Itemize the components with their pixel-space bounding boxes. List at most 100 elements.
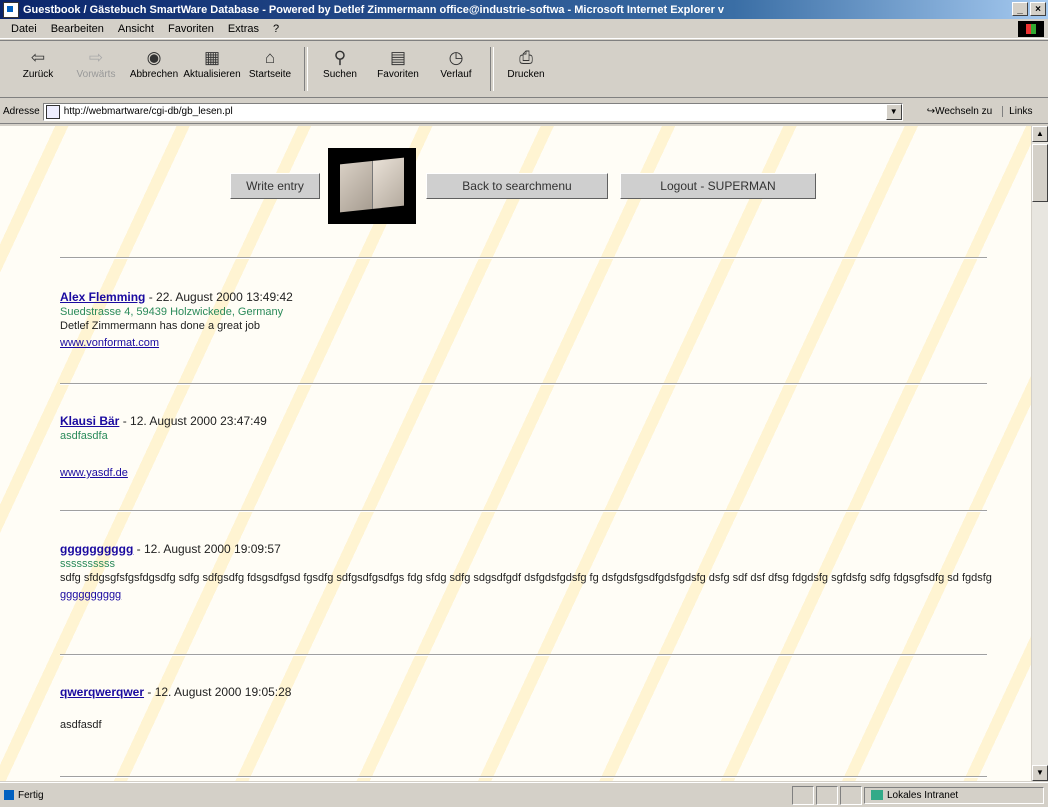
entry-address: asdfasdfa [60,430,108,442]
search-label: Suchen [323,69,357,80]
stop-button[interactable]: ◉ Abbrechen [130,47,178,80]
toolbar: ⇦ Zurück ⇨ Vorwärts ◉ Abbrechen ▦ Aktual… [0,40,1048,98]
guestbook-entry: Klausi Bär - 12. August 2000 23:47:49 as… [60,413,1000,481]
guestbook-entry: gggggggggg - 12. August 2000 19:09:57 ss… [60,541,1000,603]
links-button[interactable]: Links [1002,106,1033,117]
scroll-down-button[interactable]: ▼ [1032,765,1048,781]
address-bar: Adresse http://webmartware/cgi-db/gb_les… [0,100,1048,124]
entry-author-link[interactable]: qwerqwerqwer [60,685,144,699]
home-label: Startseite [248,69,292,80]
entry-date: - 22. August 2000 13:49:42 [145,290,293,304]
back-label: Zurück [22,69,54,80]
address-url: http://webmartware/cgi-db/gb_lesen.pl [63,106,233,117]
scroll-up-button[interactable]: ▲ [1032,126,1048,142]
forward-button[interactable]: ⇨ Vorwärts [72,47,120,80]
guestbook-entry: Alex Flemming - 22. August 2000 13:49:42… [60,289,1000,351]
entry-address: Suedstrasse 4, 59439 Holzwickede, German… [60,306,284,318]
go-label: Wechseln zu [935,106,993,117]
menu-help[interactable]: ? [273,23,279,35]
window-controls: _ × [1012,2,1046,16]
stop-icon: ◉ [146,48,162,67]
windows-logo-icon [1018,21,1044,37]
home-icon: ⌂ [264,48,276,67]
logout-button[interactable]: Logout - SUPERMAN [620,173,816,199]
entry-message: asdfasdf [60,719,102,731]
print-button[interactable]: ⎙ Drucken [502,47,550,80]
guestbook-nav: Write entry Back to searchmenu Logout - … [230,148,816,224]
address-label: Adresse [3,106,40,117]
entry-message: sdfg sfdgsgfsfgsfdgsdfg sdfg sdfgsdfg fd… [60,572,992,584]
entry-website-link[interactable]: www.vonformat.com [60,337,159,349]
history-button[interactable]: ◷ Verlauf [432,47,480,80]
entry-website-link[interactable]: gggggggggg [60,589,121,601]
favorites-label: Favoriten [377,69,419,80]
entry-address [60,700,1000,712]
menu-favoriten[interactable]: Favoriten [168,23,214,35]
menu-extras[interactable]: Extras [228,23,259,35]
printer-icon: ⎙ [519,48,533,67]
window-title: Guestbook / Gästebuch SmartWare Database… [23,3,725,16]
status-text-area: Fertig [0,790,792,801]
entry-date: - 12. August 2000 19:05:28 [144,685,292,699]
forward-arrow-icon: ⇨ [88,48,104,67]
title-bar: Guestbook / Gästebuch SmartWare Database… [0,0,1048,19]
address-dropdown-button[interactable]: ▼ [885,103,902,120]
divider [60,654,987,656]
open-book-icon [340,157,404,215]
go-button[interactable]: ↪Wechseln zu [927,106,992,117]
status-text: Fertig [18,789,44,801]
guestbook-entry: qwerqwerqwer - 12. August 2000 19:05:28 … [60,684,1000,733]
divider [60,776,987,778]
entry-date: - 12. August 2000 23:47:49 [119,414,267,428]
status-cell [792,785,814,805]
search-icon: ⚲ [333,48,347,67]
favorites-folder-icon: ▤ [389,48,407,67]
history-icon: ◷ [448,48,464,67]
vertical-scrollbar[interactable]: ▲ ▼ [1031,126,1048,781]
minimize-button[interactable]: _ [1012,2,1028,16]
entry-address: ssssssssss [60,558,115,570]
entry-author-link[interactable]: Alex Flemming [60,290,145,304]
divider [60,257,987,259]
close-button[interactable]: × [1030,2,1046,16]
scroll-thumb[interactable] [1032,144,1048,202]
refresh-button[interactable]: ▦ Aktualisieren [183,47,240,80]
entry-website-link[interactable]: www.yasdf.de [60,467,128,479]
entry-message [60,443,1000,458]
entry-message: Detlef Zimmermann has done a great job [60,320,260,332]
toolbar-separator [490,47,494,91]
entry-author-link[interactable]: gggggggggg [60,542,133,556]
guestbook-book-image [328,148,416,224]
favorites-button[interactable]: ▤ Favoriten [374,47,422,80]
search-button[interactable]: ⚲ Suchen [316,47,364,80]
back-button[interactable]: ⇦ Zurück [14,47,62,80]
divider [60,510,987,512]
status-cell [840,785,862,805]
entry-date: - 12. August 2000 19:09:57 [133,542,281,556]
divider [60,383,987,385]
page-icon [45,104,60,119]
status-cell [816,785,838,805]
home-button[interactable]: ⌂ Startseite [246,47,294,80]
status-bar: Fertig Lokales Intranet [0,782,1048,807]
refresh-label: Aktualisieren [183,69,241,80]
entry-author-link[interactable]: Klausi Bär [60,414,119,428]
menu-ansicht[interactable]: Ansicht [118,23,154,35]
security-zone: Lokales Intranet [864,786,1044,804]
write-entry-button[interactable]: Write entry [230,173,320,199]
stop-label: Abbrechen [129,69,179,80]
menu-datei[interactable]: Datei [11,23,37,35]
intranet-zone-icon [871,790,883,800]
page-done-icon [4,790,14,800]
history-label: Verlauf [440,69,472,80]
page-viewport: Write entry Back to searchmenu Logout - … [0,126,1031,781]
go-arrow-icon: ↪ [926,106,936,117]
zone-label: Lokales Intranet [887,789,959,801]
menu-bearbeiten[interactable]: Bearbeiten [51,23,104,35]
back-arrow-icon: ⇦ [30,48,46,67]
toolbar-separator [304,47,308,91]
back-to-searchmenu-button[interactable]: Back to searchmenu [426,173,608,199]
address-input[interactable]: http://webmartware/cgi-db/gb_lesen.pl ▼ [42,102,903,121]
menu-bar: Datei Bearbeiten Ansicht Favoriten Extra… [0,19,1048,39]
ie-app-icon [3,1,19,18]
